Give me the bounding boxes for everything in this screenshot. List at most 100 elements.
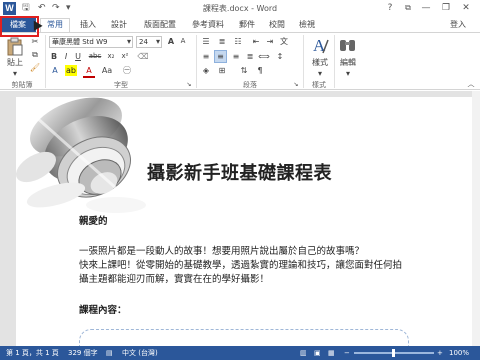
distributed-icon[interactable]: ⟺ [258,51,270,62]
align-right-icon[interactable]: ≡ [230,51,242,62]
close-button[interactable]: ✕ [458,1,474,15]
align-left-icon[interactable]: ≡ [200,51,212,62]
page-count[interactable]: 第 1 頁，共 1 頁 [6,346,59,360]
align-center-icon[interactable]: ≡ [214,50,227,63]
editing-dropdown-icon[interactable]: ▾ [336,68,360,79]
document-heading: 攝影新手班基礎課程表 [147,163,332,184]
strikethrough-icon[interactable]: abc [87,51,103,62]
underline-icon[interactable]: U [73,51,83,62]
section-heading: 課程內容： [79,305,127,316]
paragraph-group-label: 段落 [243,81,257,89]
ribbon-display-options-icon[interactable]: ⧉ [400,1,416,15]
grow-font-icon[interactable]: A [165,36,177,47]
enclose-char-icon[interactable]: ㊀ [121,65,133,76]
tab-references[interactable]: 參考資料 [186,17,230,32]
zoom-level[interactable]: 100% [449,346,469,360]
line-spacing-icon[interactable]: ↕ [274,51,286,62]
minimize-button[interactable]: — [418,1,434,15]
status-bar: 第 1 頁，共 1 頁 329 個字 ▤ 中文 (台灣) ▥ ▣ ▦ − + 1… [0,346,480,360]
tab-mailings[interactable]: 郵件 [234,17,260,32]
zoom-in-icon[interactable]: + [437,346,443,360]
word-count[interactable]: 329 個字 [68,346,98,360]
styles-button[interactable]: 樣式 [306,57,334,68]
tab-review[interactable]: 校閱 [264,17,290,32]
font-group-label: 字型 [114,81,128,89]
styles-icon[interactable]: A [311,36,329,56]
document-page[interactable]: 攝影新手班基礎課程表 親愛的 一張照片都是一段動人的故事！想要用照片說出屬於自己… [16,97,474,352]
binoculars-icon[interactable] [339,37,357,53]
subscript-icon[interactable]: x₂ [105,51,117,62]
collapse-ribbon-icon[interactable]: ︿ [466,79,476,90]
tab-home[interactable]: 常用 [40,18,70,32]
change-case-icon[interactable]: Aa [101,65,113,76]
multilevel-list-icon[interactable]: ☷ [232,36,244,47]
body-line-3: 攝主題都能迎刃而解，實實在在的學好攝影！ [79,274,270,285]
paste-dropdown-icon[interactable]: ▾ [4,68,26,79]
text-effects-icon[interactable]: A [49,65,61,76]
clipboard-group-label: 剪貼簿 [11,81,33,89]
increase-indent-icon[interactable]: ⇥ [264,36,276,47]
borders-icon[interactable]: ⊞ [216,65,228,76]
zoom-slider-thumb[interactable] [392,349,395,357]
body-line-2: 快來上課吧！從零開始的基礎教學，透過紮實的理論和技巧，讓您面對任何拍 [79,260,403,271]
sign-in-link[interactable]: 登入 [450,17,466,32]
styles-group-label: 樣式 [312,81,326,89]
ribbon-tabs: 檔案 常用 插入 設計 版面配置 參考資料 郵件 校閱 檢視 登入 [0,17,480,32]
camera-lens-image [16,97,146,213]
document-area: 攝影新手班基礎課程表 親愛的 一張照片都是一段動人的故事！想要用照片說出屬於自己… [0,91,480,352]
tab-layout[interactable]: 版面配置 [138,17,182,32]
vertical-scrollbar[interactable] [472,91,480,346]
proofing-icon[interactable]: ▤ [106,346,113,360]
show-marks-icon[interactable]: ¶ [254,65,266,76]
web-layout-icon[interactable]: ▦ [328,346,335,360]
format-painter-icon[interactable]: 🖌 [29,62,41,73]
shading-icon[interactable]: ◈ [200,65,212,76]
restore-button[interactable]: ❐ [438,1,454,15]
tab-insert[interactable]: 插入 [74,17,102,32]
shrink-font-icon[interactable]: A [177,36,189,47]
italic-icon[interactable]: I [61,51,71,62]
paragraph-dialog-launcher-icon[interactable]: ↘ [292,79,300,90]
numbering-icon[interactable]: ≣ [216,36,228,47]
superscript-icon[interactable]: x² [119,51,131,62]
chinese-layout-icon[interactable]: 文 [278,36,290,47]
help-button[interactable]: ? [382,1,398,15]
print-layout-icon[interactable]: ▣ [314,346,321,360]
language-status[interactable]: 中文 (台灣) [122,346,158,360]
justify-icon[interactable]: ≣ [244,51,256,62]
decrease-indent-icon[interactable]: ⇤ [250,36,262,47]
clipboard-group: 貼上 ▾ ✂ ⧉ 🖌 剪貼簿 [0,33,44,91]
font-color-icon[interactable]: A [83,65,95,78]
title-bar: W 🖫 ↶ ↷ ▾ 課程表.docx - Word ? ⧉ — ❐ ✕ [0,0,480,17]
separator [334,35,335,88]
paragraph-group: ☰ ≣ ☷ ⇤ ⇥ 文 ≡ ≡ ≡ ≣ ⟺ ↕ ◈ ⊞ ⇅ ¶ 段落 ↘ [198,33,302,91]
font-dialog-launcher-icon[interactable]: ↘ [185,79,193,90]
greeting-text: 親愛的 [79,216,108,227]
paste-icon[interactable] [6,37,24,57]
zoom-out-icon[interactable]: − [344,346,350,360]
word-window: W 🖫 ↶ ↷ ▾ 課程表.docx - Word ? ⧉ — ❐ ✕ 檔案 常… [0,0,480,360]
font-name-select[interactable]: 華康黑體 Std W9 [49,36,133,48]
styles-dropdown-icon[interactable]: ▾ [306,68,334,79]
clear-formatting-icon[interactable]: ⌫ [137,51,149,62]
font-name-dropdown-icon[interactable]: ▾ [125,36,133,47]
font-size-dropdown-icon[interactable]: ▾ [154,36,162,47]
tab-view[interactable]: 檢視 [294,17,320,32]
editing-group: 編輯 ▾ [336,33,360,91]
font-group: 華康黑體 Std W9 ▾ 24 ▾ A A B I U abc x₂ x² ⌫… [47,33,195,91]
styles-group: A 樣式 ▾ 樣式 [304,33,334,91]
highlight-color-icon[interactable]: ab [65,65,77,76]
editing-button[interactable]: 編輯 [336,57,360,68]
paste-button-label[interactable]: 貼上 [4,57,26,68]
ribbon: 貼上 ▾ ✂ ⧉ 🖌 剪貼簿 華康黑體 Std W9 ▾ 24 ▾ A A B … [0,32,480,90]
separator [45,35,46,88]
separator [196,35,197,88]
read-mode-icon[interactable]: ▥ [300,346,307,360]
cut-icon[interactable]: ✂ [29,36,41,47]
bold-icon[interactable]: B [49,51,59,62]
bullets-icon[interactable]: ☰ [200,36,212,47]
sort-icon[interactable]: ⇅ [238,65,250,76]
copy-icon[interactable]: ⧉ [29,49,41,60]
body-line-1: 一張照片都是一段動人的故事！想要用照片說出屬於自己的故事嗎？ [79,246,365,257]
tab-design[interactable]: 設計 [106,17,132,32]
